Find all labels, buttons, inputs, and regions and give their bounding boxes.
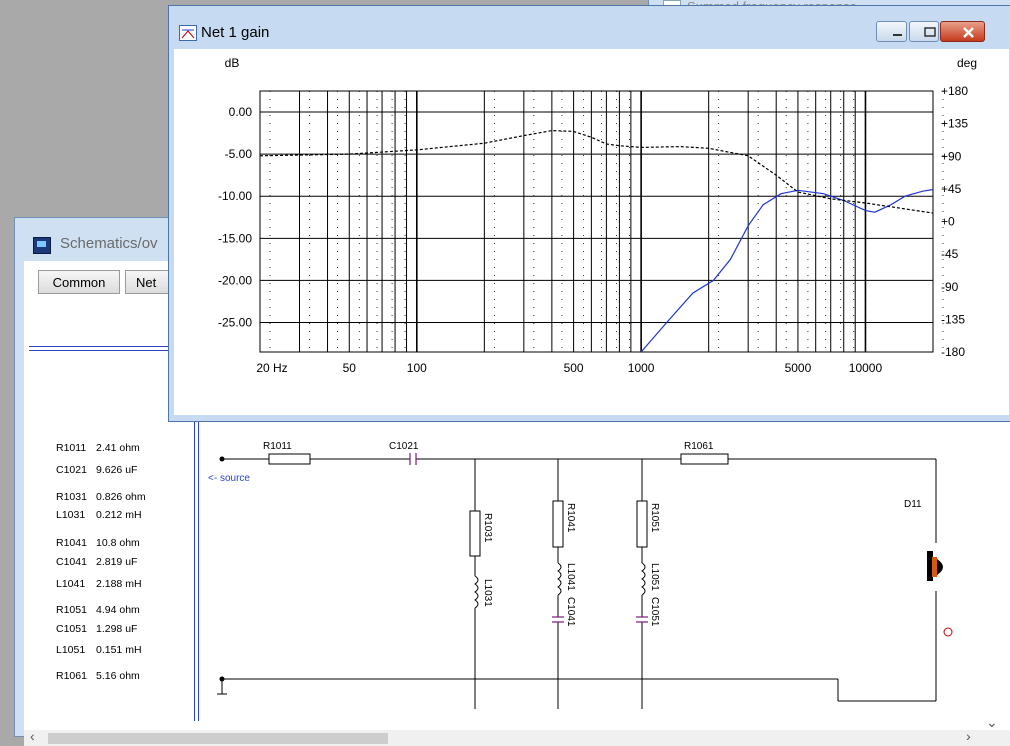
close-button[interactable] (940, 21, 985, 42)
series-line-0 (640, 188, 934, 353)
horizontal-scrollbar[interactable]: ‹ › (24, 728, 1010, 746)
y-right-tick-label: -135 (941, 312, 965, 326)
r1051-label: R1051 (649, 503, 660, 533)
x-tick-label: 10000 (849, 361, 883, 375)
scroll-right-icon[interactable]: › (966, 728, 971, 744)
y-left-tick-label: -25.00 (218, 316, 252, 330)
l1041-label: L1041 (565, 563, 576, 591)
l1031-label: L1031 (482, 579, 493, 607)
y-right-tick-label: -90 (941, 280, 959, 294)
x-tick-label: 100 (407, 361, 427, 375)
schematic-icon (33, 237, 51, 254)
chart-icon (179, 25, 197, 41)
window-title: Net 1 gain (201, 24, 270, 41)
r1041-label: R1041 (565, 503, 576, 533)
c1021-label: C1021 (389, 441, 419, 452)
source-label: <- source (208, 473, 250, 484)
chart-area: 0.00 -5.00 -10.00 -15.00 -20.00 -25.00 +180 +13… (174, 49, 1009, 415)
series-line-1 (259, 129, 934, 214)
y-right-tick-label: +0 (941, 215, 955, 229)
r1011-label: R1011 (263, 441, 292, 452)
y-left-tick-label: -5.00 (225, 147, 253, 161)
window-title: Schematics/ov (60, 235, 158, 252)
gain-chart: 0.00 -5.00 -10.00 -15.00 -20.00 -25.00 +180 +13… (218, 56, 977, 375)
x-tick-label: 1000 (628, 361, 655, 375)
y-left-tick-label: -10.00 (218, 189, 252, 203)
driver-label: D11 (904, 499, 922, 510)
x-tick-label: 20 Hz (256, 361, 287, 375)
maximize-button[interactable] (909, 21, 939, 42)
l1051-label: L1051 (649, 563, 660, 591)
scroll-left-icon[interactable]: ‹ (30, 728, 35, 744)
x-tick-label: 5000 (785, 361, 812, 375)
y-left-tick-label: 0.00 (229, 105, 253, 119)
y-right-tick-label: +135 (941, 117, 968, 131)
y-right-tick-label: +90 (941, 149, 962, 163)
c1041-label: C1041 (565, 597, 576, 627)
minimize-button[interactable] (876, 21, 907, 42)
y-right-tick-label: +45 (941, 182, 962, 196)
plot-frame (259, 90, 934, 353)
y-right-tick-label: +180 (941, 84, 968, 98)
y-right-unit: deg (957, 56, 977, 70)
x-tick-label: 50 (343, 361, 357, 375)
net1-gain-window[interactable]: Net 1 gain 0.00 -5.00 -10.00 -15.00 -20.00 -2… (168, 5, 1010, 422)
scrollbar-thumb[interactable] (48, 733, 388, 744)
y-left-tick-label: -20.00 (218, 273, 252, 287)
x-tick-label: 500 (564, 361, 584, 375)
y-right-tick-label: -45 (941, 247, 959, 261)
r1061-label: R1061 (684, 441, 714, 452)
c1051-label: C1051 (649, 597, 660, 627)
r1031-label: R1031 (482, 513, 493, 543)
y-left-tick-label: -15.00 (218, 231, 252, 245)
y-right-tick-label: -180 (941, 345, 965, 359)
y-left-unit: dB (225, 56, 240, 70)
